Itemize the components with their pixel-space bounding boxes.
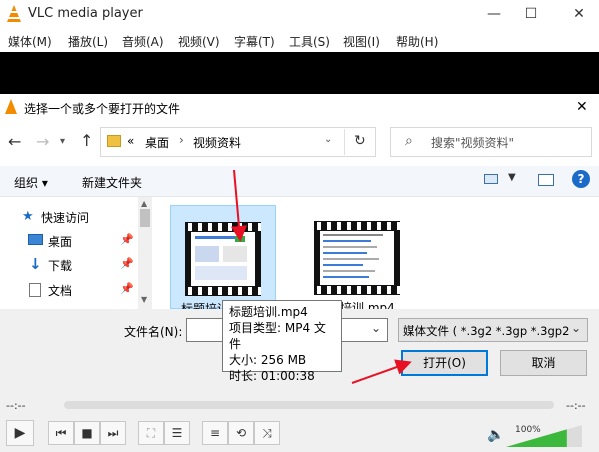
menu-media[interactable]: 媒体(M) bbox=[8, 33, 52, 50]
filetype-select[interactable]: 媒体文件 ( *.3g2 *.3gp *.3gp2 ⌄ bbox=[398, 318, 588, 342]
nav-quick-access[interactable]: 快速访问 bbox=[41, 209, 89, 226]
video-area[interactable] bbox=[0, 52, 599, 94]
scroll-thumb[interactable] bbox=[140, 209, 150, 227]
vlc-title-bar: VLC media player — ☐ ✕ bbox=[0, 0, 599, 28]
navigation-pane: ★ 快速访问 桌面 📌 ↓ 下载 📌 文档 📌 bbox=[0, 197, 152, 309]
view-options-icon[interactable] bbox=[484, 174, 498, 184]
forward-arrow-icon[interactable]: → bbox=[36, 132, 49, 151]
dialog-title: 选择一个或多个要打开的文件 bbox=[24, 102, 181, 116]
vlc-cone-icon bbox=[5, 99, 17, 114]
dialog-title-bar: 选择一个或多个要打开的文件 ✕ bbox=[0, 94, 599, 120]
loop-button[interactable]: ⟲ bbox=[228, 421, 254, 445]
menu-tools[interactable]: 工具(S) bbox=[289, 33, 330, 50]
file-tooltip: 标题培训.mp4 项目类型: MP4 文件 大小: 256 MB 时长: 01:… bbox=[222, 300, 342, 383]
up-arrow-icon[interactable]: ↑ bbox=[80, 131, 93, 150]
chevron-right-icon: › bbox=[179, 133, 184, 147]
filename-label: 文件名(N): bbox=[124, 325, 183, 339]
tooltip-size: 大小: 256 MB bbox=[229, 353, 307, 367]
play-button[interactable]: ▶ bbox=[6, 420, 34, 446]
filetype-value: 媒体文件 ( *.3g2 *.3gp *.3gp2 bbox=[403, 324, 570, 338]
tooltip-name: 标题培训.mp4 bbox=[229, 305, 308, 319]
vlc-title: VLC media player bbox=[28, 6, 143, 21]
document-icon bbox=[29, 283, 41, 297]
fullscreen-button[interactable]: ⛶ bbox=[138, 421, 164, 445]
video-thumbnail bbox=[314, 221, 400, 295]
chevron-down-icon[interactable]: ⌄ bbox=[371, 321, 381, 335]
back-arrow-icon[interactable]: ← bbox=[8, 132, 21, 151]
address-bar[interactable]: « 桌面 › 视频资料 ⌄ ↻ bbox=[100, 127, 376, 157]
nav-scrollbar[interactable]: ▲ ▼ bbox=[138, 197, 152, 309]
download-icon: ↓ bbox=[29, 255, 42, 273]
file-item[interactable]: 标题培训.mp4 bbox=[302, 205, 412, 315]
nav-downloads[interactable]: 下载 bbox=[48, 257, 72, 274]
chevron-down-icon[interactable]: ⌄ bbox=[571, 321, 582, 335]
organize-button[interactable]: 组织 ▾ bbox=[14, 174, 48, 191]
speaker-icon[interactable]: 🔈 bbox=[487, 427, 504, 443]
menu-video[interactable]: 视频(V) bbox=[178, 33, 220, 50]
playlist-button[interactable]: ≡ bbox=[202, 421, 228, 445]
cancel-button[interactable]: 取消 bbox=[500, 350, 587, 376]
divider bbox=[344, 129, 345, 155]
nav-desktop[interactable]: 桌面 bbox=[48, 233, 72, 250]
new-folder-button[interactable]: 新建文件夹 bbox=[82, 174, 142, 191]
next-button[interactable]: ⏭ bbox=[100, 421, 126, 445]
vlc-cone-icon bbox=[7, 5, 21, 22]
extended-settings-button[interactable]: ☰ bbox=[164, 421, 190, 445]
dialog-close-button[interactable]: ✕ bbox=[576, 99, 588, 115]
refresh-icon[interactable]: ↻ bbox=[354, 133, 366, 149]
recent-locations-icon[interactable]: ▾ bbox=[60, 136, 65, 147]
menu-view[interactable]: 视图(I) bbox=[343, 33, 380, 50]
open-button[interactable]: 打开(O) bbox=[401, 350, 488, 376]
previous-button[interactable]: ⏮ bbox=[48, 421, 74, 445]
chevron-down-icon[interactable]: ▼ bbox=[508, 172, 516, 183]
menu-audio[interactable]: 音频(A) bbox=[122, 33, 164, 50]
vlc-menu-bar: 媒体(M) 播放(L) 音频(A) 视频(V) 字幕(T) 工具(S) 视图(I… bbox=[0, 28, 599, 52]
breadcrumb-desktop[interactable]: 桌面 bbox=[145, 134, 169, 151]
scroll-down-icon[interactable]: ▼ bbox=[141, 295, 147, 304]
menu-playback[interactable]: 播放(L) bbox=[68, 33, 108, 50]
chevron-down-icon[interactable]: ⌄ bbox=[324, 134, 332, 145]
tooltip-duration: 时长: 01:00:38 bbox=[229, 369, 315, 383]
breadcrumb-overflow[interactable]: « bbox=[127, 134, 134, 148]
maximize-button[interactable]: ☐ bbox=[521, 4, 541, 24]
stop-button[interactable]: ■ bbox=[74, 421, 100, 445]
menu-help[interactable]: 帮助(H) bbox=[396, 33, 438, 50]
minimize-button[interactable]: — bbox=[484, 4, 504, 24]
search-input[interactable]: 搜索"视频资料" bbox=[431, 134, 514, 151]
file-item-selected[interactable]: 标题培训.mp4 bbox=[170, 205, 276, 316]
tooltip-type: 项目类型: MP4 文件 bbox=[229, 321, 326, 351]
shuffle-button[interactable]: ⤨ bbox=[254, 421, 280, 445]
star-icon: ★ bbox=[22, 209, 34, 224]
menu-subtitle[interactable]: 字幕(T) bbox=[234, 33, 275, 50]
scroll-up-icon[interactable]: ▲ bbox=[141, 199, 147, 208]
preview-pane-icon[interactable] bbox=[538, 174, 554, 186]
help-icon[interactable]: ? bbox=[572, 170, 590, 188]
vlc-controls: --:-- --:-- ▶ ⏮ ■ ⏭ ⛶ ☰ ≡ ⟲ ⤨ 🔈 100% bbox=[0, 391, 599, 452]
time-elapsed: --:-- bbox=[6, 399, 26, 412]
seek-slider[interactable] bbox=[64, 401, 554, 409]
desktop-icon bbox=[28, 234, 43, 245]
folder-icon bbox=[107, 135, 121, 147]
pin-icon[interactable]: 📌 bbox=[120, 282, 134, 295]
pin-icon[interactable]: 📌 bbox=[120, 257, 134, 270]
video-thumbnail bbox=[185, 222, 261, 296]
dialog-toolbar: 组织 ▾ 新建文件夹 ▼ ? bbox=[0, 166, 599, 197]
dialog-nav-bar: ← → ▾ ↑ « 桌面 › 视频资料 ⌄ ↻ ⌕ 搜索"视频资料" bbox=[0, 120, 599, 166]
pin-icon[interactable]: 📌 bbox=[120, 233, 134, 246]
time-total: --:-- bbox=[566, 399, 586, 412]
breadcrumb-folder[interactable]: 视频资料 bbox=[193, 134, 241, 151]
search-icon: ⌕ bbox=[405, 133, 413, 149]
search-box[interactable]: ⌕ 搜索"视频资料" bbox=[390, 127, 592, 157]
nav-documents[interactable]: 文档 bbox=[48, 282, 72, 299]
close-button[interactable]: ✕ bbox=[569, 4, 589, 24]
file-list: 标题培训.mp4 标题培训.mp4 bbox=[152, 197, 599, 316]
volume-slider[interactable] bbox=[506, 425, 582, 447]
